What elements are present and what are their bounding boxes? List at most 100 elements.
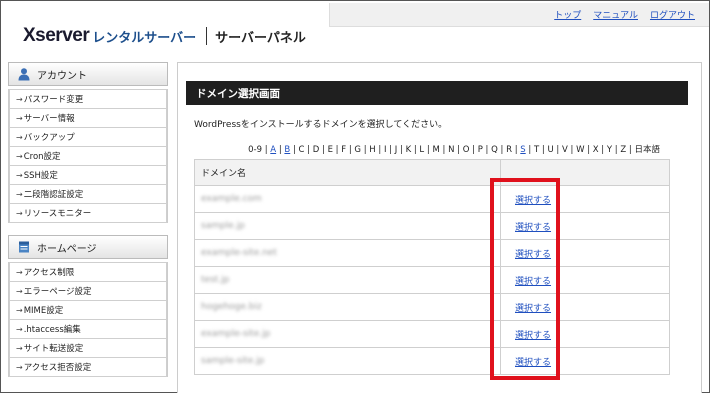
alpha-index-item: W [576,145,585,155]
domain-cell: sample.jp [194,212,501,240]
alpha-index-item: L [419,145,425,155]
nav-top-link[interactable]: トップ [554,8,581,21]
domain-name: test.jp [201,275,230,285]
account-menu: → パスワード変更 → サーバー情報 → バックアップ → Cron設定 → SSH設定 → 二段階認… [8,89,168,223]
select-domain-link[interactable]: 選択する [507,358,551,368]
page-title: ドメイン選択画面 [186,81,688,105]
action-cell: 選択する [500,320,670,348]
nav-manual-link[interactable]: マニュアル [593,8,638,21]
arrow-icon: → [16,189,23,199]
alpha-index-item: X [592,145,599,155]
table-row: example-site.jp 選択する [194,320,670,348]
domain-cell: example.com [194,185,501,213]
alpha-index-item: Z [620,145,627,155]
action-cell: 選択する [500,347,670,375]
alpha-index-item: D [312,145,320,155]
sidebar-homepage-item[interactable]: → エラーページ設定 [9,281,167,301]
alpha-index-item: Q [491,145,498,155]
arrow-icon: → [16,362,23,372]
alpha-index-item: G [354,145,361,155]
page-icon [19,241,29,253]
arrow-icon: → [16,151,23,161]
alpha-index-item: P [477,145,483,155]
arrow-icon: → [16,343,23,353]
arrow-icon: → [16,324,23,334]
select-domain-link[interactable]: 選択する [507,223,551,233]
sidebar-account-item[interactable]: → リソースモニター [9,203,167,223]
logo-brand: Xserver [23,25,90,46]
sidebar-account-item[interactable]: → バックアップ [9,127,167,147]
domain-cell: sample-site.jp [194,347,501,375]
alpha-index-item: R [506,145,513,155]
arrow-icon: → [16,286,23,296]
user-icon [18,68,30,81]
domain-name: sample.jp [201,221,245,231]
alpha-index-item[interactable]: S [520,145,525,155]
sidebar-item-label: サイト転送設定 [23,344,84,354]
domain-cell: example-site.net [194,239,501,267]
logo-separator [206,27,208,45]
table-row: sample.jp 選択する [194,212,670,240]
column-header-action [500,159,670,186]
sidebar-homepage-item[interactable]: → .htaccess編集 [9,319,167,339]
sidebar-item-label: エラーページ設定 [23,287,92,297]
alpha-index-item: T [533,145,540,155]
arrow-icon: → [16,170,23,180]
select-domain-link[interactable]: 選択する [507,196,551,206]
header: Xserver レンタルサーバー サーバーパネル トップ マニュアル ログアウト [1,1,709,59]
sidebar-item-label: パスワード変更 [23,95,84,105]
alpha-index-item: K [405,145,412,155]
alpha-index-item: 0-9 [248,145,263,155]
sidebar-item-label: SSH設定 [23,171,58,181]
alpha-index-item[interactable]: B [284,145,290,155]
action-cell: 選択する [500,239,670,267]
table-row: example.com 選択する [194,185,670,213]
sidebar-item-label: リソースモニター [23,209,92,219]
action-cell: 選択する [500,212,670,240]
select-domain-link[interactable]: 選択する [507,277,551,287]
alpha-index-item[interactable]: A [270,145,276,155]
alpha-index-item: F [341,145,347,155]
sidebar-homepage-item[interactable]: → アクセス拒否設定 [9,357,167,377]
sidebar-section-account: アカウント [8,62,168,86]
sidebar-homepage-item[interactable]: → MIME設定 [9,300,167,320]
domain-cell: hogehoge.biz [194,293,501,321]
table-row: hogehoge.biz 選択する [194,293,670,321]
sidebar-account-item[interactable]: → 二段階認証設定 [9,184,167,204]
arrow-icon: → [16,113,23,123]
alpha-index-item: H [369,145,376,155]
sidebar-account-item[interactable]: → サーバー情報 [9,108,167,128]
sidebar-account-item[interactable]: → SSH設定 [9,165,167,185]
domain-name: hogehoge.biz [201,302,262,312]
sidebar-section-homepage: ホームページ [8,235,168,259]
domain-cell: test.jp [194,266,501,294]
sidebar-item-label: .htaccess編集 [23,325,81,335]
main-panel: ドメイン選択画面 WordPressをインストールするドメインを選択してください… [177,62,702,393]
domain-name: example-site.net [201,248,277,258]
table-header-row: ドメイン名 [194,159,670,186]
arrow-icon: → [16,94,23,104]
select-domain-link[interactable]: 選択する [507,250,551,260]
sidebar-homepage-item[interactable]: → サイト転送設定 [9,338,167,358]
alpha-index-item: J [394,145,398,155]
alpha-index-item: V [561,145,568,155]
alpha-index-item: U [547,145,554,155]
sidebar-item-label: アクセス制限 [23,268,75,278]
sidebar-account-item[interactable]: → Cron設定 [9,146,167,166]
column-header-domain: ドメイン名 [194,159,501,186]
sidebar-item-label: MIME設定 [23,306,64,316]
logo: Xserver レンタルサーバー サーバーパネル [23,25,306,47]
sidebar-homepage-item[interactable]: → アクセス制限 [9,262,167,282]
sidebar-account-item[interactable]: → パスワード変更 [9,89,167,109]
table-row: test.jp 選択する [194,266,670,294]
sidebar-item-label: 二段階認証設定 [23,190,84,200]
nav-logout-link[interactable]: ログアウト [650,8,695,21]
alpha-index: 0-9 | A | B | C | D | E | F | G | H | I … [248,145,660,155]
action-cell: 選択する [500,185,670,213]
domain-name: example.com [201,194,262,204]
homepage-menu: → アクセス制限 → エラーページ設定 → MIME設定 → .htaccess編集 → サイト転… [8,262,168,377]
select-domain-link[interactable]: 選択する [507,304,551,314]
select-domain-link[interactable]: 選択する [507,331,551,341]
sidebar: アカウント → パスワード変更 → サーバー情報 → バックアップ → Cron設定 → SSH設… [8,62,168,393]
alpha-index-item: O [462,145,470,155]
